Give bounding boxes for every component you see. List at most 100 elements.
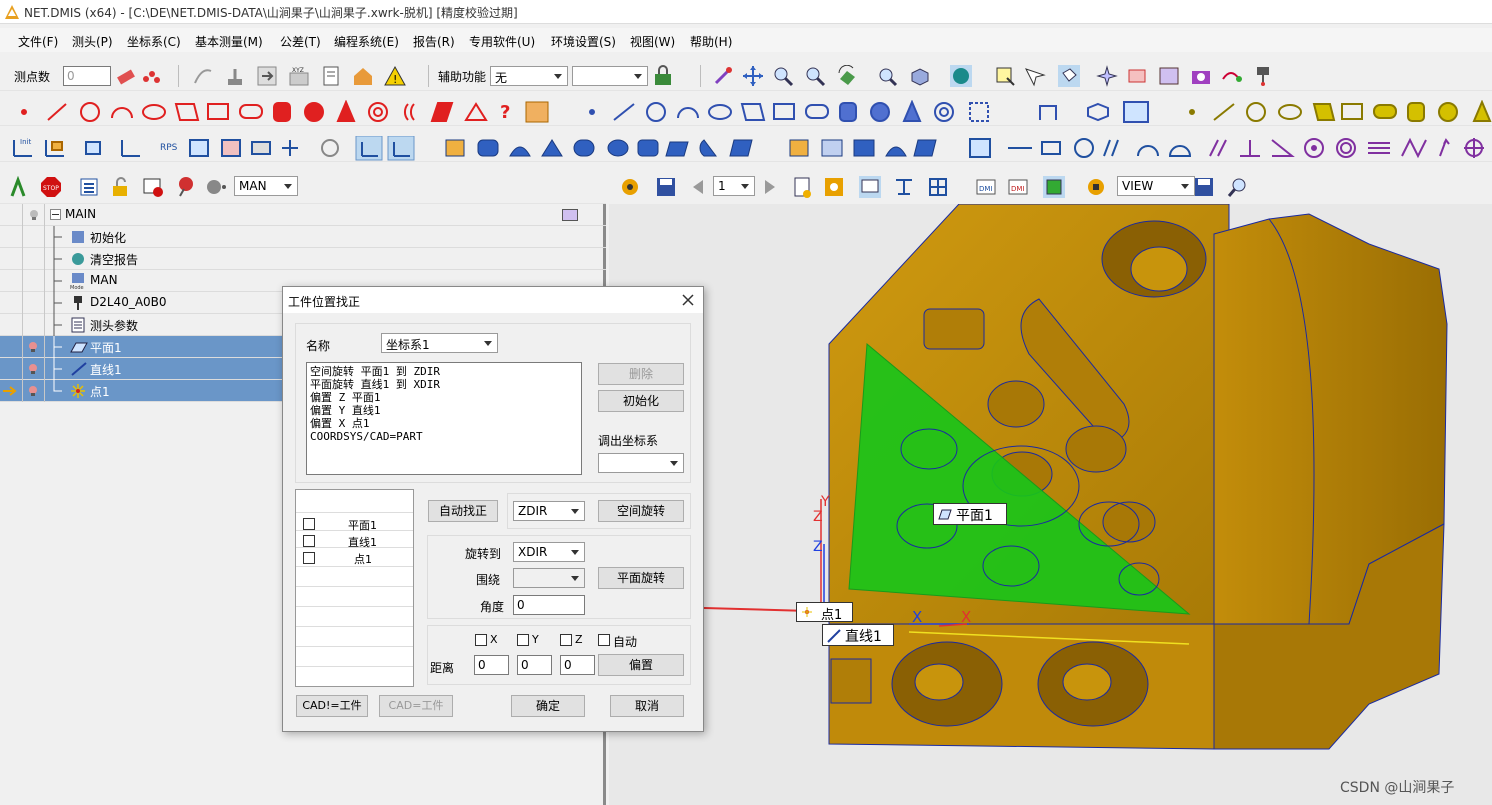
- around-select[interactable]: [513, 568, 585, 588]
- menu-basic-measure[interactable]: 基本测量(M): [195, 33, 263, 50]
- config-icon[interactable]: [823, 176, 845, 198]
- move-icon[interactable]: [742, 65, 764, 87]
- keyboard-icon[interactable]: [562, 209, 578, 221]
- close-icon[interactable]: [681, 293, 695, 307]
- cad-equals-part-button[interactable]: CAD=工件: [379, 695, 453, 717]
- xyz-icon[interactable]: XYZ: [288, 65, 310, 87]
- points-cloud-icon[interactable]: [140, 65, 162, 87]
- offset-z-checkbox[interactable]: [560, 634, 572, 646]
- shade-sphere-icon[interactable]: [950, 65, 972, 87]
- page-select[interactable]: 1: [713, 176, 755, 196]
- view-settings-icon[interactable]: [1085, 176, 1107, 198]
- menu-report[interactable]: 报告(R): [413, 33, 455, 50]
- menu-coordsys[interactable]: 坐标系(C): [127, 33, 181, 50]
- screen-icon[interactable]: [859, 176, 881, 198]
- dmi-compare-icon[interactable]: DMI: [1007, 176, 1029, 198]
- select-entity-icon[interactable]: [1058, 65, 1080, 87]
- cad-viewport[interactable]: Y Z Z X X 平面1 点1 直线1 CSDN @山涧果子: [609, 204, 1492, 805]
- fixture-icon[interactable]: [1126, 65, 1148, 87]
- eraser-icon[interactable]: [115, 65, 137, 87]
- offset-x-checkbox[interactable]: [475, 634, 487, 646]
- probe-path-icon[interactable]: [192, 65, 214, 87]
- feature-measure-toolbar-icons[interactable]: ?: [0, 100, 1492, 124]
- collapse-icon[interactable]: [50, 209, 61, 220]
- alignment-script-list[interactable]: 空间旋转 平面1 到 ZDIR 平面旋转 直线1 到 XDIR 偏置 Z 平面1…: [306, 362, 582, 475]
- new-doc-icon[interactable]: [791, 176, 813, 198]
- line1-tag[interactable]: 直线1: [822, 624, 894, 646]
- go-arrow-icon[interactable]: [256, 65, 278, 87]
- offset-button[interactable]: 偏置: [598, 654, 684, 676]
- animation-icon[interactable]: [1220, 65, 1242, 87]
- dmi-file-icon[interactable]: DMI: [975, 176, 997, 198]
- offset-y-checkbox[interactable]: [517, 634, 529, 646]
- prev-page-icon[interactable]: [687, 176, 709, 198]
- joystick-icon[interactable]: [224, 65, 246, 87]
- mode-select[interactable]: MAN: [234, 176, 298, 196]
- menu-programming[interactable]: 编程系统(E): [334, 33, 399, 50]
- recall-coordsys-select[interactable]: [598, 453, 684, 473]
- box-view-icon[interactable]: [908, 65, 930, 87]
- save-icon[interactable]: [655, 176, 677, 198]
- probe-head-icon[interactable]: [1252, 65, 1274, 87]
- report-page-icon[interactable]: [320, 65, 342, 87]
- lock-part-icon[interactable]: [652, 65, 674, 87]
- zoom-fit-icon[interactable]: [876, 65, 898, 87]
- auto-checkbox[interactable]: [598, 634, 610, 646]
- menu-tolerance[interactable]: 公差(T): [280, 33, 321, 50]
- warning-icon[interactable]: !: [384, 65, 406, 87]
- unlock-icon[interactable]: [110, 176, 132, 198]
- aux-function-select-2[interactable]: [572, 66, 648, 86]
- tree-item-clear-report[interactable]: 清空报告: [0, 248, 606, 270]
- menu-view[interactable]: 视图(W): [630, 33, 675, 50]
- zoom-out-icon[interactable]: [804, 65, 826, 87]
- ok-button[interactable]: 确定: [511, 695, 585, 717]
- list-run-icon[interactable]: [78, 176, 100, 198]
- camera-icon[interactable]: [1190, 65, 1212, 87]
- zoom-in-icon[interactable]: [772, 65, 794, 87]
- pin-icon[interactable]: [174, 176, 196, 198]
- angle-input[interactable]: 0: [513, 595, 585, 615]
- space-direction-select[interactable]: ZDIR: [513, 501, 585, 521]
- aux-function-select[interactable]: 无: [490, 66, 568, 86]
- visibility-bulb-icon[interactable]: [26, 384, 40, 398]
- select-rect-icon[interactable]: [994, 65, 1016, 87]
- alignment-construct-toolbar-icons[interactable]: Init RPS: [0, 136, 1492, 162]
- space-rotate-button[interactable]: 空间旋转: [598, 500, 684, 522]
- feature-checkbox[interactable]: [303, 552, 315, 564]
- search-zoom-icon[interactable]: [1227, 176, 1249, 198]
- distance-z-input[interactable]: 0: [560, 655, 595, 675]
- stop-icon[interactable]: STOP: [40, 176, 62, 198]
- menu-environment[interactable]: 环境设置(S): [551, 33, 616, 50]
- sparkle-icon[interactable]: [1096, 65, 1118, 87]
- view-panel-icon[interactable]: [1043, 176, 1065, 198]
- auto-align-button[interactable]: 自动找正: [428, 500, 498, 522]
- view-select[interactable]: VIEW: [1117, 176, 1195, 196]
- plane1-tag[interactable]: 平面1: [933, 503, 1007, 525]
- menu-help[interactable]: 帮助(H): [690, 33, 732, 50]
- window-view-icon[interactable]: [1158, 65, 1180, 87]
- delete-button[interactable]: 删除: [598, 363, 684, 385]
- pointer-icon[interactable]: [1024, 65, 1046, 87]
- cancel-button[interactable]: 取消: [610, 695, 684, 717]
- settings-gear-icon[interactable]: [619, 176, 641, 198]
- tree-view-icon[interactable]: [893, 176, 915, 198]
- plane-rotate-button[interactable]: 平面旋转: [598, 567, 684, 589]
- view-save-icon[interactable]: [1193, 176, 1215, 198]
- grid-icon[interactable]: [927, 176, 949, 198]
- distance-y-input[interactable]: 0: [517, 655, 552, 675]
- cad-not-part-button[interactable]: CAD!=工件: [296, 695, 368, 717]
- menu-file[interactable]: 文件(F): [18, 33, 58, 50]
- feature-checkbox[interactable]: [303, 518, 315, 530]
- initialize-button[interactable]: 初始化: [598, 390, 684, 412]
- visibility-bulb-icon[interactable]: [26, 340, 40, 354]
- tree-item-init[interactable]: 初始化: [0, 226, 606, 248]
- points-count-input[interactable]: 0: [63, 66, 111, 86]
- probe-wand-icon[interactable]: [712, 65, 734, 87]
- visibility-bulb-icon[interactable]: [26, 362, 40, 376]
- menu-special-software[interactable]: 专用软件(U): [469, 33, 535, 50]
- window-record-icon[interactable]: [142, 176, 164, 198]
- tree-root[interactable]: MAIN: [0, 204, 606, 226]
- pen-edit-icon[interactable]: [8, 176, 30, 198]
- menu-probe[interactable]: 测头(P): [72, 33, 113, 50]
- point1-tag[interactable]: 点1: [796, 602, 853, 623]
